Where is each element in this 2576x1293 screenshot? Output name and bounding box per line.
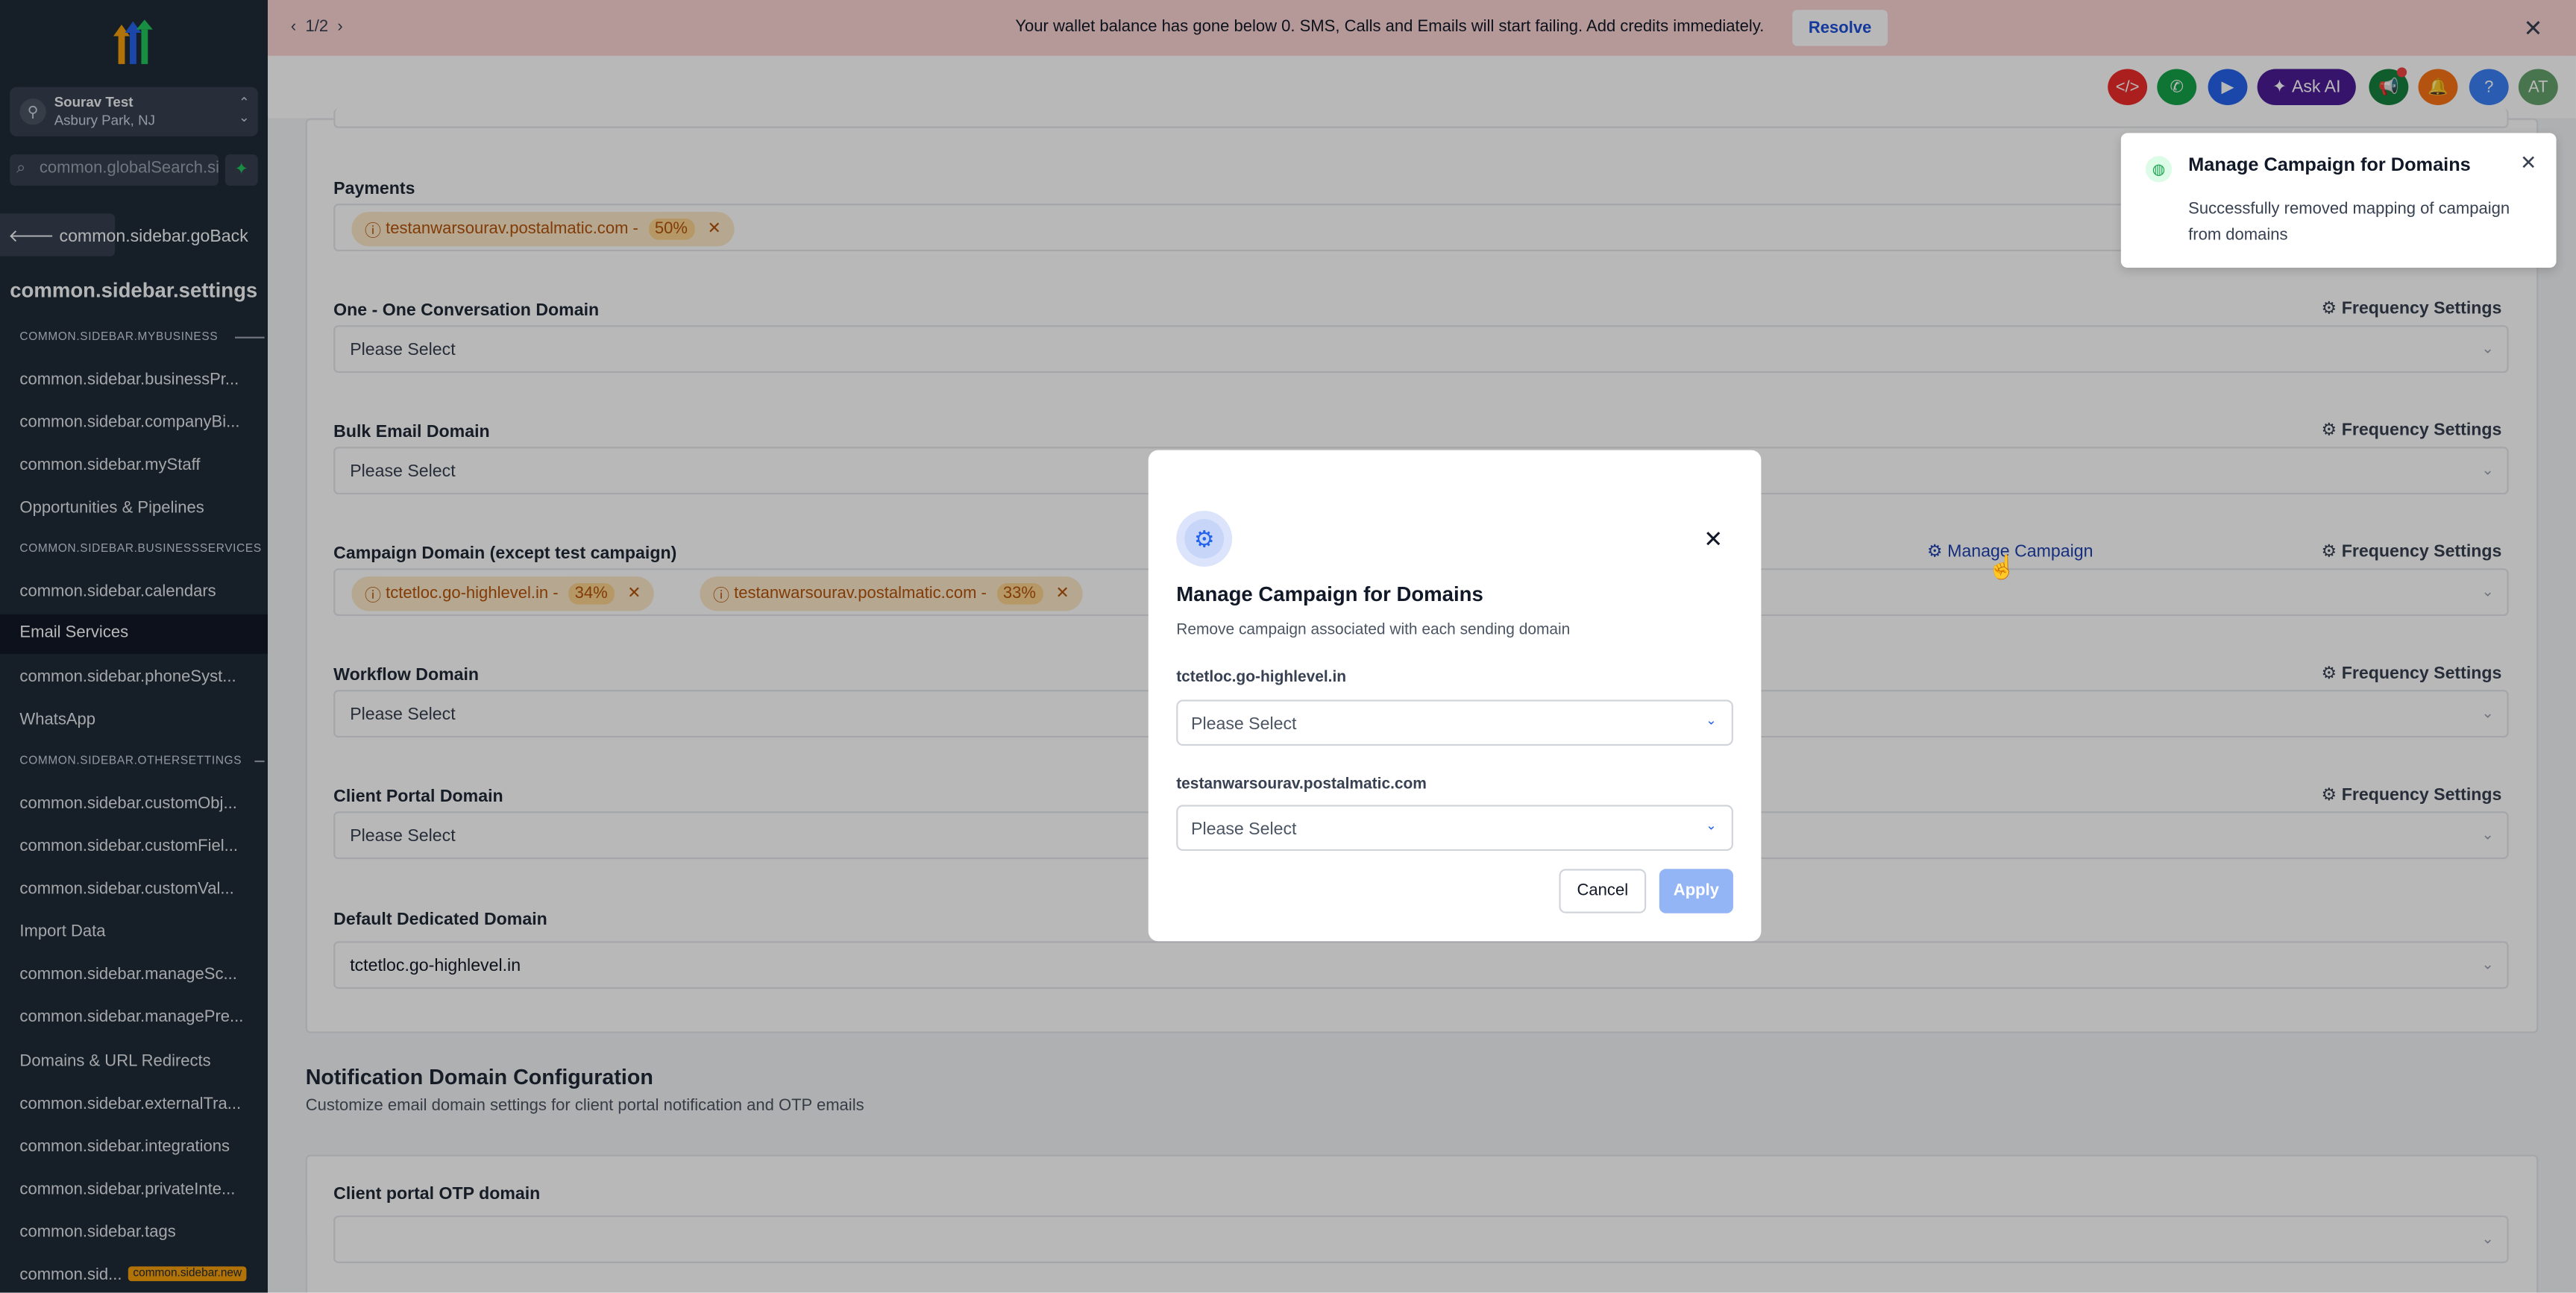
chevron-down-icon: ⌄	[1706, 817, 1717, 833]
close-icon[interactable]: ✕	[1703, 526, 1723, 553]
campaign-select-1[interactable]: Please Select ⌄	[1176, 699, 1733, 746]
toast-title: Manage Campaign for Domains	[2188, 156, 2471, 176]
manage-campaign-modal: ⚙ ✕ Manage Campaign for Domains Remove c…	[1148, 450, 1762, 942]
globe-icon: ◍	[2145, 156, 2173, 183]
cancel-button[interactable]: Cancel	[1559, 869, 1647, 913]
placeholder: Please Select	[1191, 819, 1297, 840]
pointer-cursor-icon: ☝	[1988, 553, 2017, 580]
modal-icon: ⚙	[1176, 511, 1233, 567]
modal-title: Manage Campaign for Domains	[1176, 582, 1483, 606]
campaign-select-2[interactable]: Please Select ⌄	[1176, 805, 1733, 852]
modal-description: Remove campaign associated with each sen…	[1176, 620, 1571, 639]
success-toast: ◍ Manage Campaign for Domains Successful…	[2120, 133, 2557, 268]
domain-label-1: tctetloc.go-highlevel.in	[1176, 668, 1347, 687]
toast-message: Successfully removed mapping of campaign…	[2188, 200, 2510, 245]
chevron-down-icon: ⌄	[1706, 713, 1717, 728]
gear-icon: ⚙	[1184, 519, 1225, 559]
close-icon[interactable]: ✕	[2520, 151, 2536, 174]
placeholder: Please Select	[1191, 714, 1297, 734]
domain-label-2: testanwarsourav.postalmatic.com	[1176, 775, 1427, 793]
apply-button[interactable]: Apply	[1659, 869, 1733, 913]
